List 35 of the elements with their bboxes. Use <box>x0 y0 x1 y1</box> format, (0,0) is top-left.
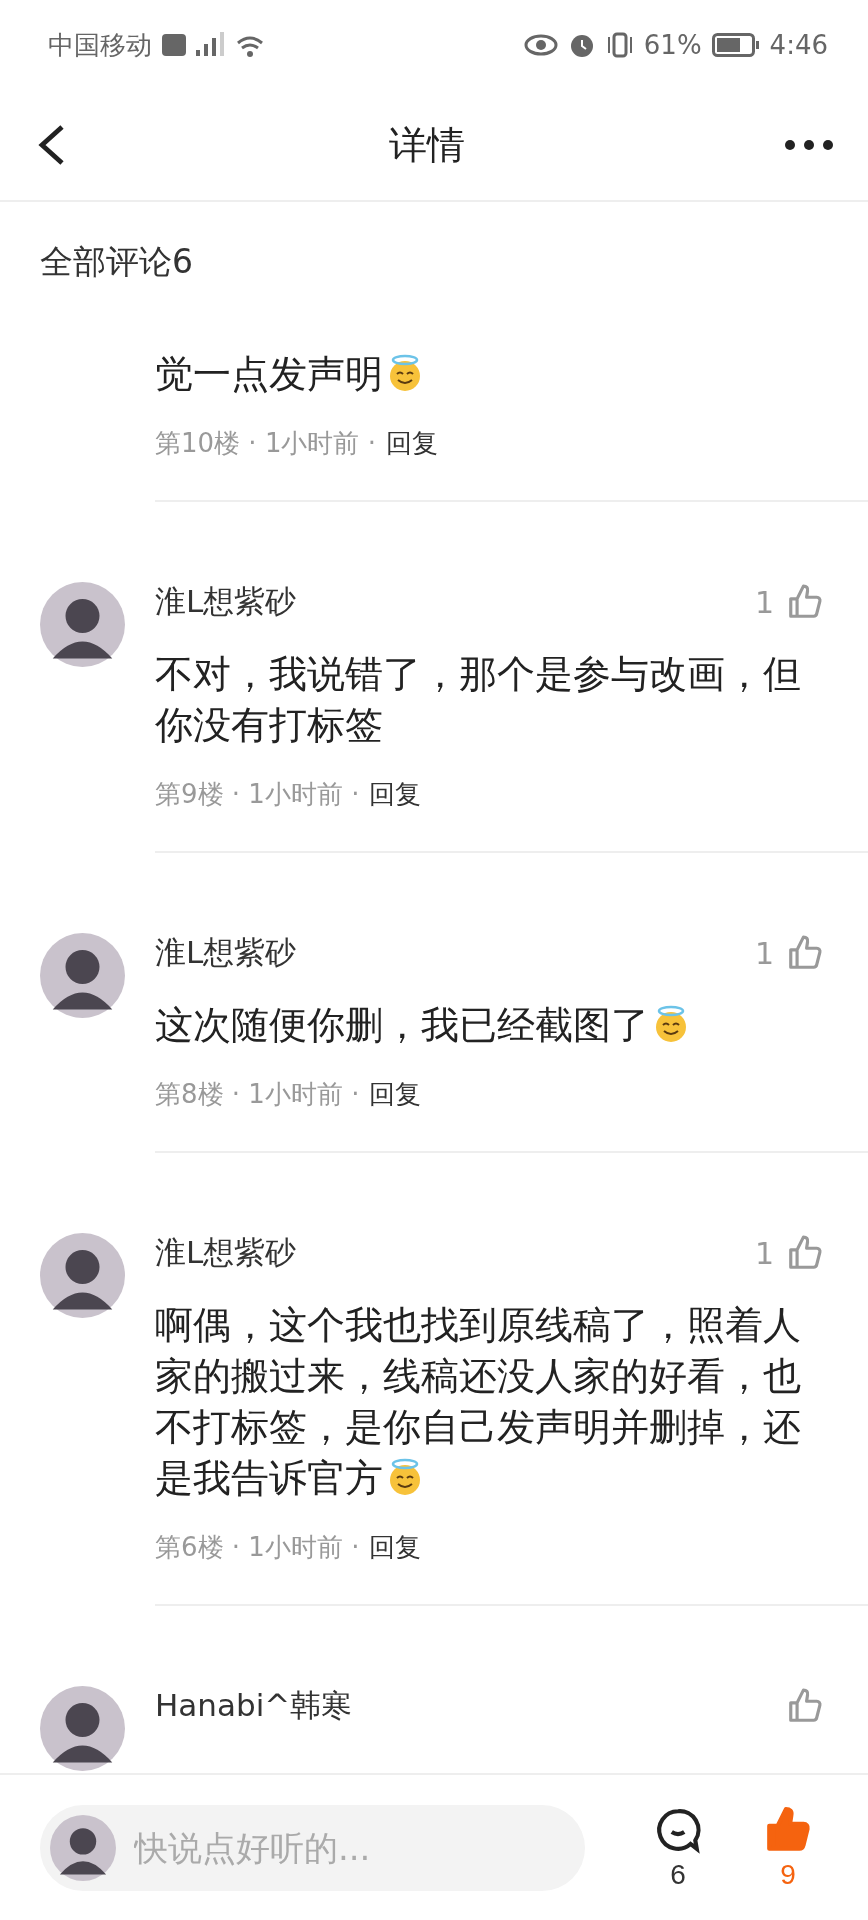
vibrate-icon <box>605 31 634 59</box>
comment-text: 这次随便你删，我已经截图了 <box>155 1000 828 1051</box>
comments-heading: 全部评论6 <box>39 240 194 283</box>
battery-icon <box>711 33 760 57</box>
eye-icon <box>523 34 558 56</box>
comment-meta: 第10楼 · 1小时前 · <box>155 427 376 460</box>
user-name[interactable]: 淮L想紫砂 <box>155 932 297 974</box>
reply-link[interactable]: 回复 <box>369 1076 422 1112</box>
like-count: 1 <box>754 935 774 971</box>
comment-text: 觉一点发声明 <box>155 349 828 400</box>
avatar[interactable] <box>40 1686 125 1771</box>
avatar[interactable] <box>50 1814 116 1881</box>
reply-link[interactable]: 回复 <box>385 425 438 461</box>
like-count: 1 <box>754 584 774 620</box>
reply-link[interactable]: 回复 <box>369 776 422 812</box>
avatar[interactable] <box>40 933 125 1018</box>
avatar[interactable] <box>40 582 125 667</box>
clock-time: 4:46 <box>769 30 828 60</box>
comment-meta: 第9楼 · 1小时前 · <box>155 778 360 811</box>
comment-text: 不对，我说错了，那个是参与改画，但你没有打标签 <box>155 651 802 749</box>
page-title: 详情 <box>389 121 465 169</box>
user-name[interactable]: 淮L想紫砂 <box>155 581 297 623</box>
like-count: 1 <box>754 1235 774 1271</box>
comments-button[interactable]: 6 <box>638 1804 718 1891</box>
comment-meta: 第6楼 · 1小时前 · <box>155 1531 360 1564</box>
wifi-icon <box>236 33 264 57</box>
user-name[interactable]: 淮L想紫砂 <box>155 1232 297 1274</box>
battery-percent: 61% <box>643 30 702 60</box>
signal-icon <box>196 32 226 58</box>
avatar[interactable] <box>40 1233 125 1318</box>
user-name[interactable]: Hanabi^韩寒 <box>155 1685 353 1727</box>
comment-text: 啊偶，这个我也找到原线稿了，照着人家的搬过来，线稿还没人家的好看，也不打标签，是你自己发声明并删掉，还是我告诉官方 <box>155 1302 802 1502</box>
reply-link[interactable]: 回复 <box>369 1529 422 1565</box>
carrier-name: 中国移动 <box>48 28 152 62</box>
comment-meta: 第8楼 · 1小时前 · <box>155 1078 360 1111</box>
